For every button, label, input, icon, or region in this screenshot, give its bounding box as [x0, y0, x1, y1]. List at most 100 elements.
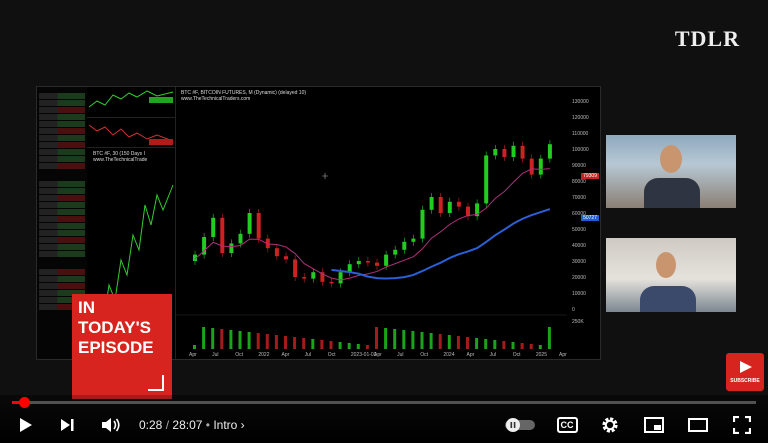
candle-body — [456, 201, 461, 207]
volume-bar — [247, 332, 251, 349]
mute-button[interactable] — [99, 414, 123, 436]
theater-icon — [688, 418, 708, 432]
promo-text: IN TODAY'S EPISODE — [78, 298, 154, 357]
y-axis-label: 80000 — [572, 179, 586, 185]
volume-bar — [538, 345, 542, 349]
volume-bar — [338, 342, 342, 349]
volume-bar — [356, 344, 360, 349]
y-axis-label: 70000 — [572, 195, 586, 201]
x-axis-label: Jul — [397, 352, 403, 358]
x-axis-label: Apr — [559, 352, 567, 358]
x-axis-label: Oct — [328, 352, 336, 358]
miniplayer-button[interactable] — [642, 414, 666, 436]
volume-bar — [493, 340, 497, 349]
volume-bar — [447, 335, 451, 349]
y-axis-label: 40000 — [572, 243, 586, 249]
x-axis-label: Jul — [305, 352, 311, 358]
y-axis-label: 120000 — [572, 115, 589, 121]
candle-body — [211, 217, 216, 237]
candle-body — [466, 206, 470, 217]
volume-bar — [375, 327, 378, 349]
y-axis-label: 10000 — [572, 291, 586, 297]
candle-body — [302, 277, 307, 279]
autoplay-toggle[interactable] — [503, 414, 537, 436]
price-tag-current: 79309 — [581, 173, 599, 179]
moving-average-slow — [331, 208, 551, 280]
video-frame[interactable]: TDLR BTC #F, 30 (150 Days I www.TheTechn… — [0, 0, 768, 399]
candle-body — [274, 248, 279, 257]
mini-chart-mid — [87, 117, 175, 148]
x-axis-label: 2022 — [258, 352, 269, 358]
candle-body — [393, 249, 398, 255]
y-axis-label: 30000 — [572, 259, 586, 265]
volume-bar — [511, 342, 515, 349]
x-axis-label: 2024 — [443, 352, 454, 358]
volume-icon — [102, 418, 120, 432]
y-axis-label: 0 — [572, 307, 575, 313]
play-button[interactable] — [14, 414, 36, 436]
volume-bar — [456, 336, 460, 349]
candle-body — [438, 197, 443, 213]
volume-axis-label: 250K — [572, 319, 584, 325]
duration: 28:07 — [172, 418, 203, 432]
x-axis-label: Apr — [189, 352, 197, 358]
x-axis-label: Oct — [513, 352, 521, 358]
skip-next-icon — [61, 419, 74, 431]
presenter-camera-2 — [606, 238, 736, 312]
volume-bar — [265, 334, 269, 349]
subscribe-button[interactable]: SUBSCRIBE — [726, 353, 764, 391]
y-axis-label: 20000 — [572, 275, 586, 281]
presenter-2 — [640, 286, 696, 312]
volume-bar — [220, 329, 224, 349]
candle-body — [493, 149, 498, 156]
fullscreen-button[interactable] — [730, 414, 754, 436]
candle-body — [238, 233, 243, 244]
x-axis-label: 2025 — [536, 352, 547, 358]
progress-bar[interactable] — [12, 397, 756, 408]
play-icon — [20, 418, 32, 432]
theater-mode-button[interactable] — [686, 414, 710, 436]
volume-bar — [484, 339, 488, 349]
volume-bar — [211, 328, 215, 349]
crosshair-icon — [322, 173, 328, 179]
candle-body — [220, 217, 225, 253]
candle-body — [538, 158, 543, 175]
captions-button[interactable]: CC — [555, 414, 579, 436]
chapter-chevron-icon[interactable]: › — [241, 418, 245, 432]
gear-icon — [602, 417, 618, 433]
autoplay-toggle-icon — [505, 418, 535, 432]
volume-bar — [302, 338, 306, 349]
captions-label: CC — [560, 420, 574, 430]
miniplayer-icon — [644, 417, 664, 433]
x-axis-label: Oct — [235, 352, 243, 358]
price-tag-ma: 50727 — [581, 215, 599, 221]
next-button[interactable] — [56, 414, 78, 436]
candle-body — [529, 158, 534, 175]
y-axis-label: 130000 — [572, 99, 589, 105]
candle-body — [311, 272, 316, 279]
current-time: 0:28 — [139, 418, 163, 432]
candlestick-plot: 1300001200001100001000009000080000700006… — [175, 99, 589, 358]
volume-bar — [429, 333, 433, 349]
volume-bar — [547, 327, 551, 349]
candle-body — [356, 261, 361, 265]
candle-body — [520, 145, 525, 159]
main-chart[interactable]: BTC #F, BITCOIN FUTURES, M (Dynamic) (de… — [175, 87, 600, 359]
promo-corner-mark — [148, 375, 164, 391]
volume-bar — [402, 330, 406, 349]
y-axis-label: 90000 — [572, 163, 586, 169]
settings-button[interactable] — [598, 414, 622, 436]
presenter-1-head — [660, 145, 682, 173]
chapter-name[interactable]: Intro — [213, 418, 237, 432]
candle-body — [256, 213, 261, 239]
volume-bar — [293, 337, 297, 349]
chapter-bullet: • — [205, 418, 210, 432]
captions-icon: CC — [556, 417, 578, 433]
play-badge-icon — [740, 361, 752, 373]
x-axis-label: Oct — [420, 352, 428, 358]
candle-body — [411, 238, 416, 242]
candle-body — [384, 254, 389, 266]
volume-bar — [502, 341, 506, 349]
volume-bar — [520, 343, 524, 349]
volume-bar — [229, 330, 233, 349]
